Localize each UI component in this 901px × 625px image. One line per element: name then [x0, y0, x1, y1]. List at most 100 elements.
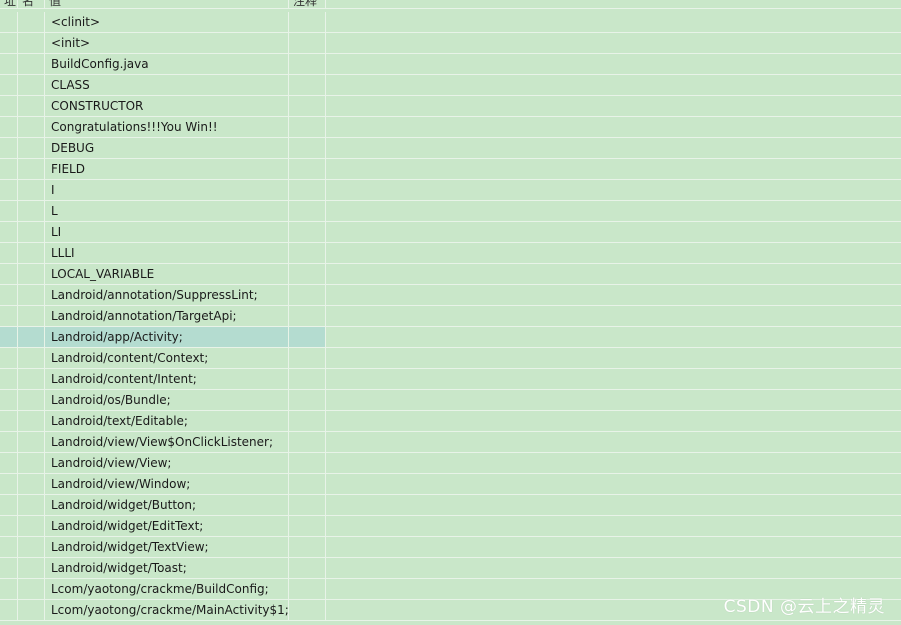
header-address[interactable]: 址	[0, 0, 18, 8]
cell-address	[0, 285, 18, 305]
cell-name	[18, 327, 45, 347]
cell-value: Landroid/content/Context;	[45, 348, 289, 368]
header-comment[interactable]: 注释	[289, 0, 326, 8]
cell-address	[0, 516, 18, 536]
watermark: CSDN @云上之精灵	[723, 597, 885, 617]
table-header: 址 名 值 注释	[0, 0, 901, 9]
table-row[interactable]: I	[0, 180, 901, 201]
table-row[interactable]: CONSTRUCTOR	[0, 96, 901, 117]
cell-address	[0, 432, 18, 452]
cell-address	[0, 327, 18, 347]
table-row[interactable]: Landroid/view/View$OnClickListener;	[0, 432, 901, 453]
cell-value: BuildConfig.java	[45, 54, 289, 74]
cell-comment	[289, 306, 326, 326]
table-row[interactable]: Landroid/view/Window;	[0, 474, 901, 495]
cell-comment	[289, 348, 326, 368]
cell-comment	[289, 54, 326, 74]
table-row[interactable]: CLASS	[0, 75, 901, 96]
cell-name	[18, 243, 45, 263]
table-row[interactable]: Landroid/view/View;	[0, 453, 901, 474]
cell-filler	[326, 432, 901, 452]
cell-address	[0, 12, 18, 32]
table-row[interactable]: <init>	[0, 33, 901, 54]
cell-value: L	[45, 201, 289, 221]
cell-name	[18, 75, 45, 95]
cell-name	[18, 579, 45, 599]
cell-filler	[326, 558, 901, 578]
table-row[interactable]: Landroid/app/Activity;	[0, 327, 901, 348]
cell-comment	[289, 558, 326, 578]
cell-filler	[326, 495, 901, 515]
cell-name	[18, 54, 45, 74]
cell-filler	[326, 390, 901, 410]
cell-value: Landroid/content/Intent;	[45, 369, 289, 389]
table-row[interactable]: DEBUG	[0, 138, 901, 159]
cell-address	[0, 222, 18, 242]
cell-comment	[289, 180, 326, 200]
header-value[interactable]: 值	[45, 0, 289, 8]
cell-comment	[289, 411, 326, 431]
table-row[interactable]: Landroid/widget/EditText;	[0, 516, 901, 537]
table-row[interactable]: Landroid/widget/Button;	[0, 495, 901, 516]
cell-name	[18, 96, 45, 116]
table-row[interactable]: Congratulations!!!You Win!!	[0, 117, 901, 138]
cell-filler	[326, 516, 901, 536]
cell-filler	[326, 306, 901, 326]
cell-value: FIELD	[45, 159, 289, 179]
cell-comment	[289, 12, 326, 32]
table-row[interactable]: Landroid/text/Editable;	[0, 411, 901, 432]
table-row[interactable]: Landroid/annotation/SuppressLint;	[0, 285, 901, 306]
cell-value: LLLI	[45, 243, 289, 263]
cell-address	[0, 369, 18, 389]
cell-address	[0, 348, 18, 368]
table-row[interactable]: Landroid/content/Intent;	[0, 369, 901, 390]
cell-filler	[326, 453, 901, 473]
table-row[interactable]: Landroid/widget/Toast;	[0, 558, 901, 579]
cell-comment	[289, 243, 326, 263]
cell-name	[18, 285, 45, 305]
cell-value: <init>	[45, 33, 289, 53]
cell-comment	[289, 33, 326, 53]
cell-address	[0, 390, 18, 410]
table-row[interactable]: FIELD	[0, 159, 901, 180]
table-row[interactable]: Landroid/os/Bundle;	[0, 390, 901, 411]
table-row[interactable]: LLLI	[0, 243, 901, 264]
cell-filler	[326, 138, 901, 158]
cell-name	[18, 537, 45, 557]
cell-comment	[289, 201, 326, 221]
table-row[interactable]: LOCAL_VARIABLE	[0, 264, 901, 285]
table-row[interactable]: Landroid/annotation/TargetApi;	[0, 306, 901, 327]
cell-name	[18, 12, 45, 32]
cell-filler	[326, 54, 901, 74]
cell-address	[0, 201, 18, 221]
cell-address	[0, 306, 18, 326]
cell-filler	[326, 222, 901, 242]
cell-filler	[326, 327, 901, 347]
cell-address	[0, 558, 18, 578]
table-row[interactable]: LI	[0, 222, 901, 243]
table-row[interactable]: Landroid/widget/TextView;	[0, 537, 901, 558]
cell-address	[0, 159, 18, 179]
cell-filler	[326, 264, 901, 284]
table-row[interactable]: <clinit>	[0, 12, 901, 33]
cell-name	[18, 369, 45, 389]
table-row[interactable]: BuildConfig.java	[0, 54, 901, 75]
table-row[interactable]: Landroid/content/Context;	[0, 348, 901, 369]
header-name[interactable]: 名	[18, 0, 45, 8]
cell-value: Landroid/widget/TextView;	[45, 537, 289, 557]
cell-filler	[326, 243, 901, 263]
cell-address	[0, 96, 18, 116]
table-row[interactable]: L	[0, 201, 901, 222]
cell-address	[0, 537, 18, 557]
cell-value: Lcom/yaotong/crackme/BuildConfig;	[45, 579, 289, 599]
cell-value: Landroid/app/Activity;	[45, 327, 289, 347]
cell-name	[18, 516, 45, 536]
cell-filler	[326, 180, 901, 200]
cell-comment	[289, 390, 326, 410]
cell-comment	[289, 75, 326, 95]
cell-filler	[326, 12, 901, 32]
cell-comment	[289, 369, 326, 389]
cell-value: Lcom/yaotong/crackme/MainActivity$1;	[45, 600, 289, 620]
cell-address	[0, 243, 18, 263]
table-body: <clinit> <init> BuildConfig.java CLASS CONST…	[0, 12, 901, 621]
